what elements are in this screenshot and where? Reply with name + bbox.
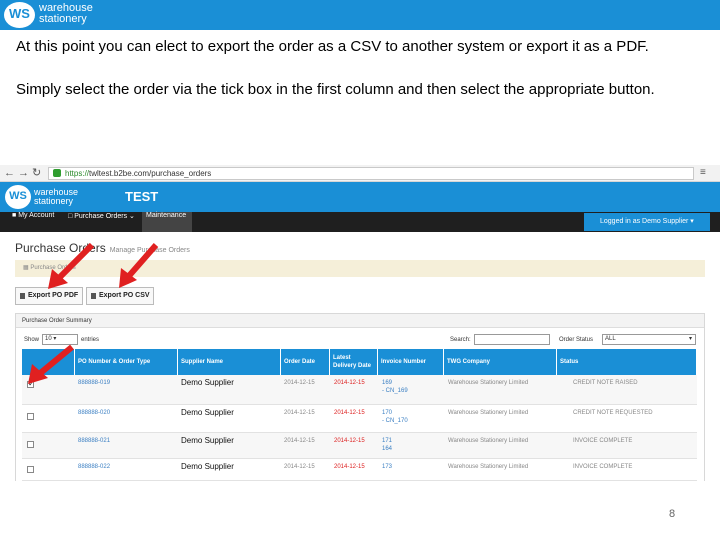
callout-arrows bbox=[28, 242, 159, 384]
slide-header: WS warehouse stationery bbox=[0, 0, 720, 30]
brand-name: warehouse stationery bbox=[39, 3, 93, 25]
brand-line-2: stationery bbox=[39, 13, 87, 25]
arrow-to-checkbox bbox=[28, 344, 74, 384]
arrow-to-pdf-button bbox=[48, 242, 95, 289]
instruction-text-1: At this point you can elect to export th… bbox=[16, 38, 649, 55]
page-number: 8 bbox=[669, 508, 676, 520]
embedded-screenshot: ← → ↻ https://twltest.b2be.com/purchase_… bbox=[0, 165, 720, 481]
instruction-text-2: Simply select the order via the tick box… bbox=[16, 81, 655, 98]
arrow-to-csv-button bbox=[119, 243, 159, 288]
brand-logo: WS bbox=[4, 2, 35, 28]
